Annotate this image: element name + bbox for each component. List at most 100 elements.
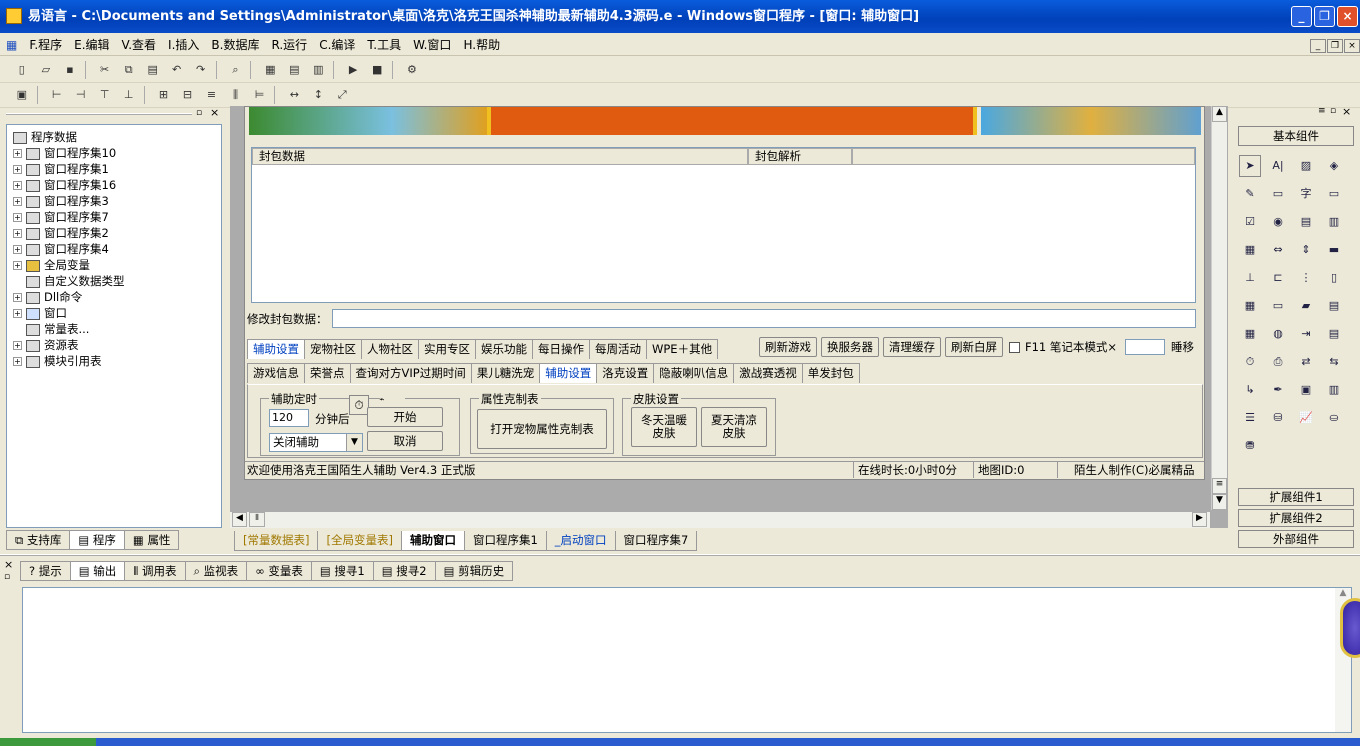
maximize-button[interactable]: ❐: [1314, 6, 1335, 27]
floating-ball-icon[interactable]: [1340, 598, 1360, 658]
expand-icon[interactable]: +: [13, 149, 22, 158]
clock-icon[interactable]: ⏱: [1239, 352, 1261, 374]
tree-item[interactable]: + 窗口程序集2: [13, 225, 221, 241]
tab-search2[interactable]: ▤ 搜寻2: [372, 561, 436, 581]
hscroll-thumb[interactable]: ⦀: [249, 512, 265, 527]
text-icon[interactable]: 字: [1295, 184, 1317, 206]
tab-sub-assist-settings[interactable]: 辅助设置: [539, 363, 598, 383]
expand-icon[interactable]: +: [13, 341, 22, 350]
align-top-icon[interactable]: ⊤: [95, 86, 115, 104]
splitter[interactable]: [0, 554, 1360, 556]
arrow-icon[interactable]: ↳: [1239, 380, 1261, 402]
width-icon[interactable]: ↔: [284, 86, 304, 104]
table-icon[interactable]: ▦: [1239, 296, 1261, 318]
tab-properties[interactable]: ▦ 属性: [123, 530, 180, 550]
winter-skin-button[interactable]: 冬天温暖 皮肤: [631, 407, 697, 447]
label-icon[interactable]: A|: [1267, 156, 1289, 178]
undo-icon[interactable]: ↶: [167, 61, 187, 79]
layout1-icon[interactable]: ▦: [260, 61, 280, 79]
splitter-icon[interactable]: ⇥: [1295, 324, 1317, 346]
link-icon[interactable]: ⇄: [1295, 352, 1317, 374]
align-bottom-icon[interactable]: ⊥: [119, 86, 139, 104]
network-icon[interactable]: ⇆: [1323, 352, 1345, 374]
menu-tools[interactable]: T.工具: [361, 34, 407, 56]
doc-icon[interactable]: ▯: [1323, 268, 1345, 290]
frame-icon[interactable]: ▭: [1267, 296, 1289, 318]
tab-roco-settings[interactable]: 洛克设置: [596, 363, 655, 383]
menu-program[interactable]: F.程序: [23, 34, 68, 56]
tab-pet-community[interactable]: 宠物社区: [304, 339, 362, 359]
tab-battle-view[interactable]: 激战赛透视: [733, 363, 803, 383]
expand-icon[interactable]: +: [13, 357, 22, 366]
cancel-button[interactable]: 取消: [367, 431, 443, 451]
clear-cache-button[interactable]: 清理缓存: [883, 337, 941, 357]
tab-hide-horn[interactable]: 隐蔽喇叭信息: [653, 363, 735, 383]
tab-vip-query[interactable]: 查询对方VIP过期时间: [349, 363, 472, 383]
editbox-icon[interactable]: ✎: [1239, 184, 1261, 206]
packet-listview[interactable]: 封包数据 封包解析: [251, 147, 1196, 303]
edit-packet-input[interactable]: [332, 309, 1196, 328]
align-right-icon[interactable]: ⊣: [71, 86, 91, 104]
expand-icon[interactable]: +: [13, 213, 22, 222]
space-v-icon[interactable]: ≡: [201, 86, 221, 104]
tab-output[interactable]: ▤ 输出: [69, 561, 126, 581]
combobox-icon[interactable]: ▥: [1323, 212, 1345, 234]
scroll-thumb[interactable]: ≡: [1212, 478, 1227, 494]
expand-icon[interactable]: +: [13, 309, 22, 318]
tree-item[interactable]: 自定义数据类型: [13, 273, 221, 289]
window-frame-icon[interactable]: ▣: [1295, 380, 1317, 402]
doc-tab-assembly7[interactable]: 窗口程序集7: [614, 531, 698, 551]
expand-icon[interactable]: +: [13, 245, 22, 254]
start-button[interactable]: 开始: [367, 407, 443, 427]
folder-icon[interactable]: ▰: [1295, 296, 1317, 318]
tree-item[interactable]: + Dll命令: [13, 289, 221, 305]
picture-icon[interactable]: ▨: [1295, 156, 1317, 178]
button-icon[interactable]: ▭: [1323, 184, 1345, 206]
panel-pin-icon[interactable]: ▫: [1330, 106, 1336, 116]
run-icon[interactable]: ▶: [343, 61, 363, 79]
ruler-icon[interactable]: ⊥: [1239, 268, 1261, 290]
slider-icon[interactable]: ⋮: [1295, 268, 1317, 290]
tab-candy-wash[interactable]: 果儿糖洗宠: [470, 363, 541, 383]
tab-program[interactable]: ▤ 程序: [69, 530, 125, 550]
progress-icon[interactable]: ▬: [1323, 240, 1345, 262]
minutes-input[interactable]: 120: [269, 409, 309, 427]
radio-icon[interactable]: ◉: [1267, 212, 1289, 234]
doc-tab-start-window[interactable]: _启动窗口: [545, 531, 616, 551]
align-left-icon[interactable]: ⊢: [47, 86, 67, 104]
cut-icon[interactable]: ✂: [95, 61, 115, 79]
tree-item[interactable]: 常量表...: [13, 321, 221, 337]
height-icon[interactable]: ↕: [308, 86, 328, 104]
menu-window[interactable]: W.窗口: [407, 34, 457, 56]
grid-icon[interactable]: ▦: [1239, 240, 1261, 262]
paste-icon[interactable]: ▤: [143, 61, 163, 79]
vscroll-icon[interactable]: ⇕: [1295, 240, 1317, 262]
vertical-scrollbar[interactable]: ▲ ≡ ▼: [1211, 106, 1227, 510]
tree-item[interactable]: + 窗口程序集4: [13, 241, 221, 257]
scroll-left-icon[interactable]: ◀: [232, 512, 247, 527]
odbc2-icon[interactable]: ⛃: [1239, 436, 1261, 458]
expand-icon[interactable]: +: [13, 165, 22, 174]
output-textarea[interactable]: ▲: [22, 587, 1352, 733]
tree-item[interactable]: 程序数据: [13, 129, 221, 145]
doc-tab-globals[interactable]: [全局变量表]: [317, 531, 402, 551]
close-button[interactable]: ×: [1337, 6, 1358, 27]
open-folder-icon[interactable]: ▱: [36, 61, 56, 79]
tab-honor[interactable]: 荣誉点: [304, 363, 351, 383]
expand-icon[interactable]: +: [13, 261, 22, 270]
copy-icon[interactable]: ⧉: [119, 61, 139, 79]
tab-daily[interactable]: 每日操作: [532, 339, 590, 359]
panel-pin-icon[interactable]: ▫: [196, 108, 202, 118]
summer-skin-button[interactable]: 夏天清凉 皮肤: [701, 407, 767, 447]
find-icon[interactable]: ⌕: [225, 61, 245, 79]
tree-item[interactable]: + 窗口: [13, 305, 221, 321]
db-icon[interactable]: ⛁: [1267, 408, 1289, 430]
panel-menu-icon[interactable]: ≡: [1318, 106, 1326, 116]
menu-compile[interactable]: C.编译: [313, 34, 361, 56]
mdi-restore-button[interactable]: ❐: [1327, 39, 1343, 53]
tab-assist-settings[interactable]: 辅助设置: [247, 339, 305, 359]
open-pet-table-button[interactable]: 打开宠物属性克制表: [477, 409, 607, 449]
column-packet-parse[interactable]: 封包解析: [748, 148, 852, 165]
hscroll-icon[interactable]: ⇔: [1267, 240, 1289, 262]
horizontal-scrollbar[interactable]: ◀ ⦀ ▶: [230, 512, 1210, 528]
